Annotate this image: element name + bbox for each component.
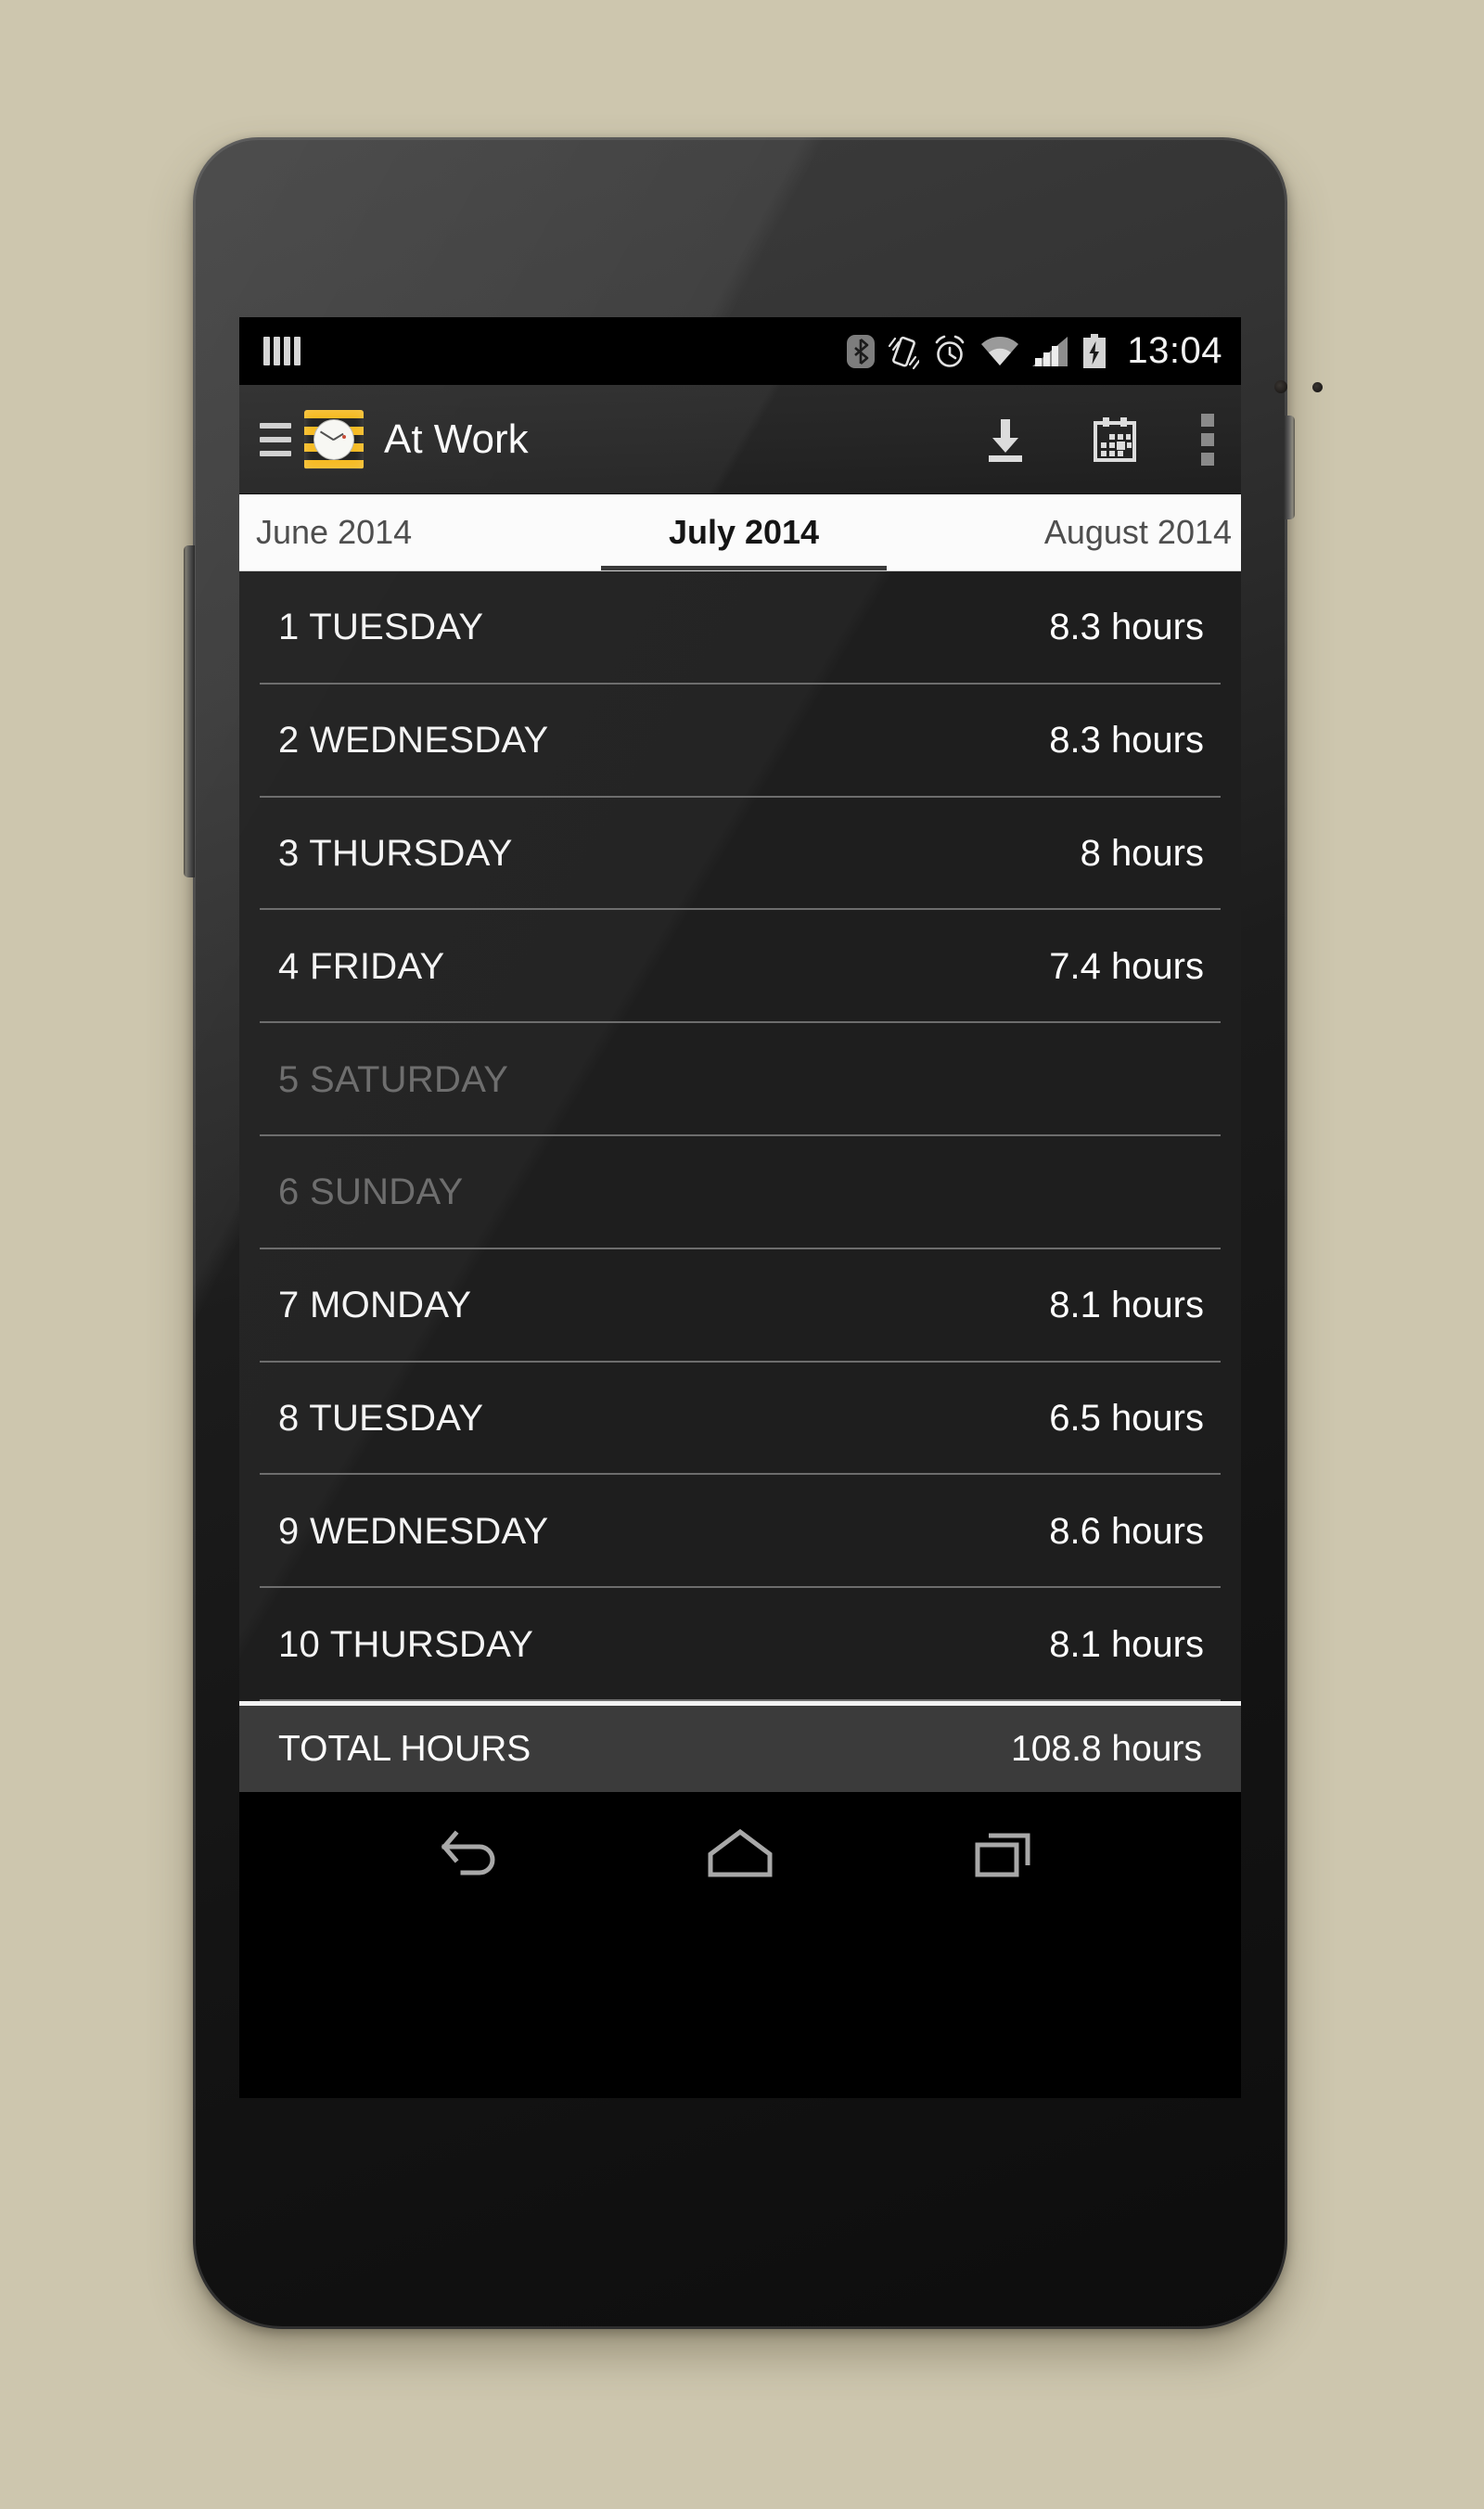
calendar-icon[interactable] <box>1089 414 1141 466</box>
day-hours-value: 6.5 hours <box>1049 1397 1204 1439</box>
day-label: 7 MONDAY <box>278 1285 472 1326</box>
status-bar-left <box>263 337 301 365</box>
month-tab-bar: June 2014 July 2014 August 2014 <box>239 494 1241 571</box>
tab-august-2014[interactable]: August 2014 <box>906 494 1241 570</box>
tab-june-2014[interactable]: June 2014 <box>239 494 582 570</box>
action-bar-buttons <box>979 411 1217 468</box>
day-hours-value: 8 hours <box>1080 832 1204 874</box>
day-row[interactable]: 3 THURSDAY 8 hours <box>239 798 1241 911</box>
day-hours-value: 8.3 hours <box>1049 607 1204 648</box>
battery-charging-icon <box>1082 333 1107 369</box>
day-label: 5 SATURDAY <box>278 1058 509 1100</box>
power-button[interactable] <box>1284 416 1295 519</box>
day-row[interactable]: 2 WEDNESDAY 8.3 hours <box>239 685 1241 798</box>
vibrate-icon <box>888 333 920 370</box>
day-row[interactable]: 10 THURSDAY 8.1 hours <box>239 1588 1241 1701</box>
action-bar: At Work <box>239 385 1241 494</box>
day-row[interactable]: 8 TUESDAY 6.5 hours <box>239 1363 1241 1476</box>
clock-app-icon <box>304 409 364 469</box>
day-hours-value: 8.3 hours <box>1049 720 1204 762</box>
day-label: 9 WEDNESDAY <box>278 1510 549 1552</box>
alarm-icon <box>932 333 967 370</box>
day-row[interactable]: 9 WEDNESDAY 8.6 hours <box>239 1475 1241 1588</box>
status-bar: 13:04 <box>239 317 1241 385</box>
day-hours-value: 8.6 hours <box>1049 1510 1204 1552</box>
phone-screen: 13:04 At Work June 2014 July 2014 August… <box>239 317 1241 2098</box>
day-hours-value: 8.1 hours <box>1049 1623 1204 1665</box>
status-bar-clock: 13:04 <box>1127 330 1222 371</box>
hamburger-menu-icon[interactable] <box>252 417 299 462</box>
day-label: 6 SUNDAY <box>278 1171 464 1213</box>
volume-rocker-button[interactable] <box>184 545 195 877</box>
day-row[interactable]: 6 SUNDAY <box>239 1136 1241 1249</box>
signal-icon <box>1032 336 1069 367</box>
day-hours-value: 7.4 hours <box>1049 945 1204 987</box>
day-label: 1 TUESDAY <box>278 607 484 648</box>
light-sensor <box>1312 382 1323 392</box>
page-title: At Work <box>384 416 529 462</box>
day-row[interactable]: 5 SATURDAY <box>239 1023 1241 1136</box>
home-icon[interactable] <box>671 1811 810 1895</box>
day-list[interactable]: 1 TUESDAY 8.3 hours 2 WEDNESDAY 8.3 hours 3 … <box>239 571 1241 1701</box>
day-hours-value: 8.1 hours <box>1049 1285 1204 1326</box>
four-bars-icon <box>263 337 301 365</box>
day-row[interactable]: 7 MONDAY 8.1 hours <box>239 1249 1241 1363</box>
day-label: 3 THURSDAY <box>278 832 513 874</box>
overflow-menu-icon[interactable] <box>1198 411 1217 468</box>
day-label: 4 FRIDAY <box>278 945 445 987</box>
bluetooth-icon <box>847 333 876 370</box>
total-hours-label: TOTAL HOURS <box>278 1728 531 1769</box>
day-label: 8 TUESDAY <box>278 1397 484 1439</box>
download-icon[interactable] <box>979 414 1031 466</box>
total-hours-value: 108.8 hours <box>1011 1728 1202 1769</box>
status-bar-right: 13:04 <box>847 330 1222 372</box>
total-hours-row: TOTAL HOURS 108.8 hours <box>239 1701 1241 1792</box>
day-label: 10 THURSDAY <box>278 1623 534 1665</box>
tab-july-2014[interactable]: July 2014 <box>582 494 907 570</box>
back-icon[interactable] <box>404 1811 544 1895</box>
day-label: 2 WEDNESDAY <box>278 720 549 762</box>
day-row[interactable]: 1 TUESDAY 8.3 hours <box>239 571 1241 685</box>
wifi-icon <box>980 336 1019 367</box>
recents-icon[interactable] <box>937 1811 1076 1895</box>
android-navigation-bar <box>239 1792 1241 1914</box>
proximity-sensor <box>1274 380 1287 393</box>
day-row[interactable]: 4 FRIDAY 7.4 hours <box>239 910 1241 1023</box>
